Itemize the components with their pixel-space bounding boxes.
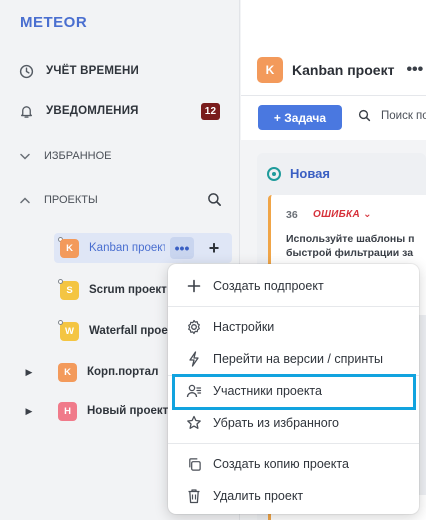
project-header: K Kanban проект ••• <box>257 57 423 83</box>
more-options-button[interactable]: ••• <box>170 237 194 259</box>
add-subitem-button[interactable]: + <box>204 237 224 259</box>
menu-item-label: Перейти на версии / спринты <box>213 352 383 366</box>
expand-arrow-icon[interactable]: ▶ <box>22 406 36 417</box>
task-title-line: Используйте шаблоны п <box>286 233 415 245</box>
project-avatar: H <box>58 401 77 421</box>
trash-icon <box>185 487 203 505</box>
bell-icon <box>18 103 34 119</box>
tree-node-dot <box>58 320 63 325</box>
project-avatar: K <box>257 57 283 83</box>
favorites-section-toggle[interactable]: ИЗБРАННОЕ <box>0 142 240 170</box>
project-name: Kanban проект <box>89 242 165 254</box>
divider <box>241 95 426 96</box>
project-avatar: K <box>60 238 79 258</box>
sidebar-item-label: УВЕДОМЛЕНИЯ <box>46 105 139 117</box>
task-title: Используйте шаблоны п быстрой фильтрации… <box>286 232 426 260</box>
tree-node-dot <box>58 279 63 284</box>
search-input[interactable]: Поиск по <box>358 109 426 122</box>
status-circle-icon <box>267 166 281 181</box>
highlight-box <box>172 374 416 410</box>
task-type-label: ОШИБКА <box>313 209 361 220</box>
clock-icon <box>18 63 34 79</box>
projects-section-toggle[interactable]: ПРОЕКТЫ <box>0 186 240 214</box>
copy-icon <box>185 455 203 473</box>
menu-item-settings[interactable]: Настройки <box>168 311 419 343</box>
menu-item-label: Создать подпроект <box>213 279 324 293</box>
menu-item-label: Настройки <box>213 320 275 334</box>
task-title-line: быстрой фильтрации за <box>286 247 414 259</box>
sidebar-item-label: УЧЁТ ВРЕМЕНИ <box>46 65 140 77</box>
sidebar-item-notifications[interactable]: УВЕДОМЛЕНИЯ 12 <box>0 97 240 125</box>
menu-item-remove-favorite[interactable]: Убрать из избранного <box>168 407 419 439</box>
search-icon <box>358 109 371 122</box>
menu-divider <box>168 443 419 444</box>
favorites-label: ИЗБРАННОЕ <box>44 150 112 162</box>
page-title: Kanban проект <box>292 62 395 78</box>
menu-item-delete-project[interactable]: Удалить проект <box>168 480 419 512</box>
menu-item-versions-sprints[interactable]: Перейти на версии / спринты <box>168 343 419 375</box>
menu-item-label: Убрать из избранного <box>213 416 339 430</box>
sidebar-project-kanban[interactable]: K Kanban проект ••• + <box>0 233 240 263</box>
sidebar-item-time-tracking[interactable]: УЧЁТ ВРЕМЕНИ <box>0 57 240 85</box>
column-header: Новая <box>267 166 330 181</box>
star-icon <box>185 414 203 432</box>
column-title: Новая <box>290 166 330 181</box>
expand-arrow-icon[interactable]: ▶ <box>22 367 36 378</box>
menu-item-label: Создать копию проекта <box>213 457 349 471</box>
app-logo[interactable]: METEOR <box>20 14 87 31</box>
project-avatar: K <box>58 362 77 382</box>
plus-icon <box>185 277 203 295</box>
menu-item-create-subproject[interactable]: Создать подпроект <box>168 270 419 302</box>
task-type-tag[interactable]: ОШИБКА ⌄ <box>313 209 372 220</box>
search-icon[interactable] <box>207 192 222 210</box>
gear-icon <box>185 318 203 336</box>
project-name: Корп.портал <box>87 366 159 378</box>
project-name: Новый проект <box>87 405 169 417</box>
lightning-icon <box>185 350 203 368</box>
project-avatar: S <box>60 280 79 300</box>
notifications-count-badge: 12 <box>201 103 220 120</box>
projects-label: ПРОЕКТЫ <box>44 194 98 206</box>
task-number: 36 <box>286 209 298 221</box>
menu-item-label: Удалить проект <box>213 489 304 503</box>
menu-divider <box>168 306 419 307</box>
add-task-button[interactable]: + Задача <box>258 105 342 130</box>
chevron-up-icon <box>20 196 30 204</box>
menu-item-copy-project[interactable]: Создать копию проекта <box>168 448 419 480</box>
project-more-button[interactable]: ••• <box>406 61 423 79</box>
chevron-down-icon <box>20 153 30 160</box>
project-avatar: W <box>60 321 79 341</box>
search-placeholder: Поиск по <box>381 109 426 122</box>
